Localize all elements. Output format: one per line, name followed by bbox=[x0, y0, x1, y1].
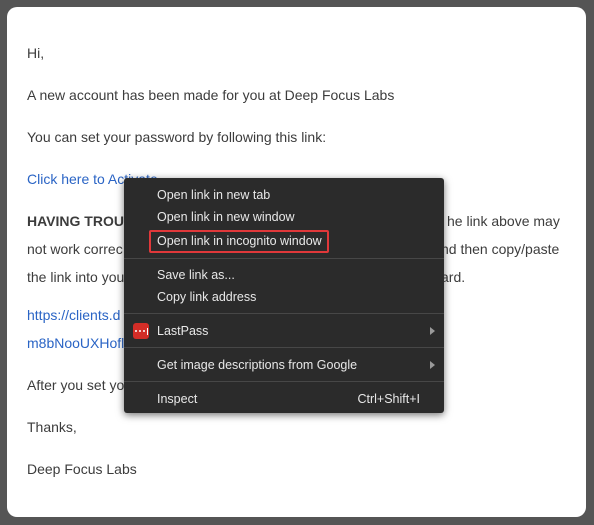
menu-lastpass[interactable]: LastPass bbox=[124, 320, 444, 342]
menu-lastpass-label: LastPass bbox=[157, 324, 209, 338]
menu-open-new-tab[interactable]: Open link in new tab bbox=[124, 184, 444, 206]
after-set-text: After you set yo bbox=[27, 377, 125, 393]
menu-separator bbox=[124, 258, 444, 259]
lastpass-icon bbox=[133, 323, 149, 339]
menu-inspect-label: Inspect bbox=[157, 392, 198, 406]
menu-save-link-as[interactable]: Save link as... bbox=[124, 264, 444, 286]
menu-image-descriptions-label: Get image descriptions from Google bbox=[157, 358, 358, 372]
trouble-text-right-3: ard. bbox=[441, 269, 466, 285]
email-intro-line: A new account has been made for you at D… bbox=[27, 87, 395, 103]
menu-save-link-as-label: Save link as... bbox=[157, 268, 235, 282]
menu-open-new-window-label: Open link in new window bbox=[157, 210, 295, 224]
signature-text: Deep Focus Labs bbox=[27, 461, 137, 477]
activation-url-line-1[interactable]: https://clients.d bbox=[27, 305, 120, 325]
menu-image-descriptions[interactable]: Get image descriptions from Google bbox=[124, 354, 444, 376]
context-menu: Open link in new tab Open link in new wi… bbox=[124, 178, 444, 413]
menu-inspect-shortcut: Ctrl+Shift+I bbox=[357, 392, 420, 406]
menu-separator bbox=[124, 347, 444, 348]
menu-inspect[interactable]: Inspect Ctrl+Shift+I bbox=[124, 388, 444, 410]
email-password-line: You can set your password by following t… bbox=[27, 129, 327, 145]
trouble-heading: HAVING TROUB bbox=[27, 213, 135, 229]
incognito-highlight-box bbox=[149, 230, 329, 253]
trouble-text-right-1: he link above may bbox=[447, 213, 560, 229]
thanks-text: Thanks, bbox=[27, 419, 77, 435]
menu-separator bbox=[124, 313, 444, 314]
submenu-arrow-icon bbox=[430, 327, 435, 335]
trouble-text-left-2: not work correc bbox=[27, 241, 123, 257]
email-greeting: Hi, bbox=[27, 45, 45, 61]
trouble-text-left-3: the link into you bbox=[27, 269, 125, 285]
menu-copy-link-address[interactable]: Copy link address bbox=[124, 286, 444, 308]
menu-open-new-tab-label: Open link in new tab bbox=[157, 188, 271, 202]
submenu-arrow-icon bbox=[430, 361, 435, 369]
menu-open-new-window[interactable]: Open link in new window bbox=[124, 206, 444, 228]
activation-url-line-2[interactable]: m8bNooUXHofl bbox=[27, 333, 124, 353]
trouble-text-right-2: nd then copy/paste bbox=[441, 241, 560, 257]
menu-separator bbox=[124, 381, 444, 382]
menu-copy-link-address-label: Copy link address bbox=[157, 290, 257, 304]
